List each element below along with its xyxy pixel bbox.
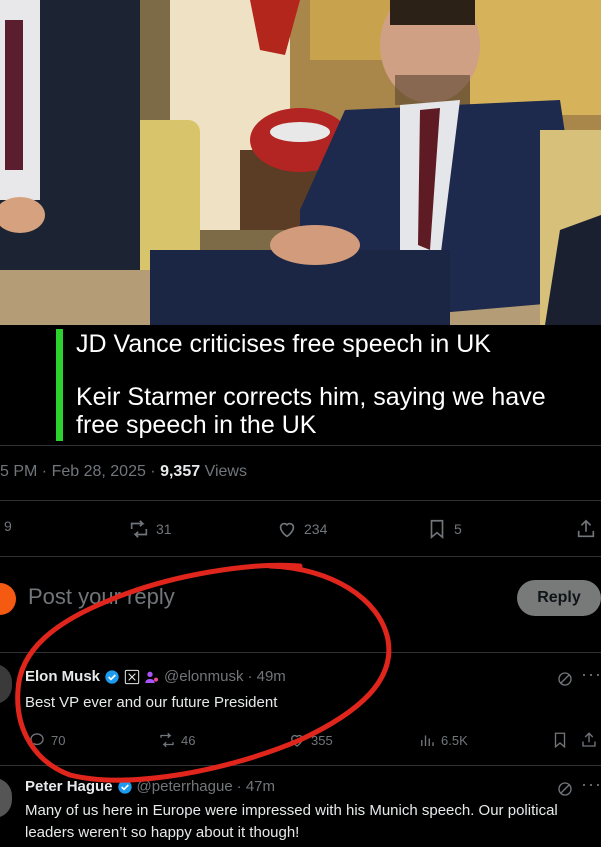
caption-accent-bar xyxy=(56,329,63,441)
share-action[interactable] xyxy=(580,731,598,749)
divider xyxy=(0,445,601,446)
share-icon xyxy=(582,732,596,747)
share-icon xyxy=(577,519,595,538)
reply-time: · 47m xyxy=(236,778,276,795)
like-count: 234 xyxy=(304,521,328,537)
more-options-icon[interactable]: ··· xyxy=(581,664,601,685)
repost-icon xyxy=(160,732,174,748)
reply-count: 70 xyxy=(51,732,66,748)
repost-icon xyxy=(130,520,148,538)
like-action[interactable]: 234 xyxy=(276,518,327,540)
reply-header: Peter Hague @peterrhague · 47m xyxy=(25,778,275,795)
post-date: 5 PM · Feb 28, 2025 · xyxy=(0,463,161,480)
like-count: 355 xyxy=(311,732,333,748)
bookmark-icon xyxy=(430,519,444,540)
heart-icon xyxy=(279,522,295,538)
caption-subline: Keir Starmer corrects him, saying we hav… xyxy=(76,383,546,439)
author-name[interactable]: Elon Musk xyxy=(25,668,100,685)
heart-icon xyxy=(291,734,303,747)
bookmark-action[interactable]: 5 xyxy=(426,518,462,540)
bookmark-count: 5 xyxy=(454,521,462,537)
repost-count: 46 xyxy=(181,732,196,748)
video-player[interactable]: JD Vance criticises free speech in UK Ke… xyxy=(0,0,601,445)
views-label: Views xyxy=(200,463,247,480)
author-handle[interactable]: @peterrhague xyxy=(137,778,233,795)
bookmark-action[interactable] xyxy=(551,731,569,749)
share-action[interactable] xyxy=(575,518,597,540)
post-timestamp-views: 5 PM · Feb 28, 2025 · 9,357 Views xyxy=(0,463,247,481)
divider xyxy=(0,500,601,501)
repost-action[interactable]: 46 xyxy=(158,731,195,749)
reply-header: Elon Musk @elonmusk · 49m xyxy=(25,668,286,685)
divider xyxy=(0,556,601,557)
views-count: 9,357 xyxy=(160,463,201,480)
avatar[interactable] xyxy=(0,664,12,704)
reply-time: · 49m xyxy=(247,668,286,685)
reply-action[interactable]: 9 xyxy=(4,518,12,534)
reply-button[interactable]: Reply xyxy=(517,580,601,616)
view-count: 6.5K xyxy=(441,732,468,748)
reply-text: Many of us here in Europe were impressed… xyxy=(25,802,558,841)
grok-icon[interactable] xyxy=(556,780,574,798)
subscriber-icon xyxy=(145,671,159,683)
user-avatar xyxy=(0,583,16,615)
divider xyxy=(0,765,601,766)
reply-action[interactable]: 70 xyxy=(28,731,65,749)
analytics-icon xyxy=(421,735,434,746)
post-action-bar: 9 31 234 5 xyxy=(0,518,601,544)
avatar[interactable] xyxy=(0,778,12,818)
divider xyxy=(0,652,601,653)
x-affiliate-icon xyxy=(124,669,140,684)
author-handle[interactable]: @elonmusk xyxy=(164,668,243,685)
video-frame-image xyxy=(0,0,601,325)
grok-icon[interactable] xyxy=(556,670,574,688)
author-name[interactable]: Peter Hague xyxy=(25,778,113,795)
reply-count: 9 xyxy=(4,518,12,534)
verified-badge-icon xyxy=(105,669,119,684)
reply-input[interactable]: Post your reply xyxy=(28,584,175,610)
comment-icon xyxy=(29,733,44,747)
reply-text: Best VP ever and our future President xyxy=(25,694,278,711)
repost-action[interactable]: 31 xyxy=(128,518,172,540)
repost-count: 31 xyxy=(156,521,172,537)
caption-headline: JD Vance criticises free speech in UK xyxy=(76,330,491,358)
video-caption: JD Vance criticises free speech in UK Ke… xyxy=(0,325,601,445)
more-options-icon[interactable]: ··· xyxy=(581,774,601,795)
verified-badge-icon xyxy=(117,779,132,794)
like-action[interactable]: 355 xyxy=(288,731,333,749)
views-action[interactable]: 6.5K xyxy=(418,731,468,749)
bookmark-icon xyxy=(554,732,566,749)
